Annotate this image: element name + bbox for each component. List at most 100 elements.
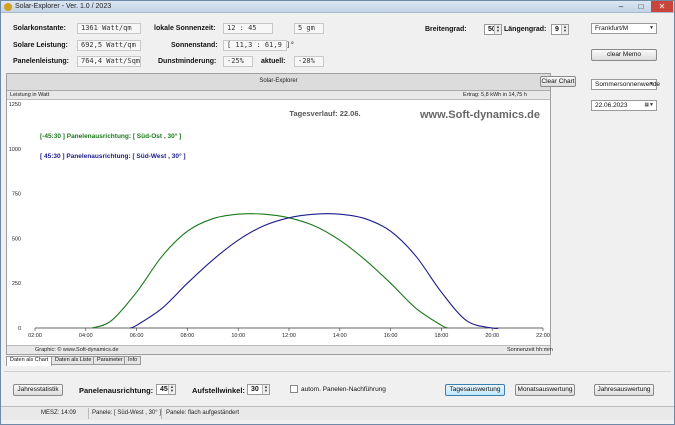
clear-chart-button[interactable]: Clear Chart	[540, 76, 576, 87]
chart-title: Tagesverlauf: 22.06.	[289, 109, 360, 118]
aufstellwinkel-label: Aufstellwinkel:	[192, 386, 245, 395]
spin-arrows-icon[interactable]: ▲ ▼	[561, 25, 568, 34]
x-tick-label: 08:00	[181, 333, 195, 339]
series-line-2	[130, 213, 499, 330]
tab-liste[interactable]: Daten als Liste	[51, 356, 96, 365]
maximize-button[interactable]: □	[631, 1, 651, 12]
window-title: Solar-Explorer - Ver. 1.0 / 2023	[15, 3, 112, 10]
y-tick-label: 250	[12, 281, 21, 287]
solare-leistung-label: Solare Leistung:	[13, 42, 68, 49]
sun-icon	[4, 3, 12, 11]
series-line-1	[91, 213, 448, 329]
sonnenstand-label: Sonnenstand:	[171, 42, 218, 49]
tab-parameter[interactable]: Parameter	[93, 356, 127, 365]
breitengrad-stepper[interactable]: 50 ▲ ▼	[484, 24, 502, 35]
panelenleistung-value: 764,4 Watt/Sqm	[77, 56, 141, 67]
chart-header-title: Solar-Explorer	[259, 78, 298, 84]
chart-subbar: Leistung in Watt Ertrag: 5,8 kWh in 14,7…	[7, 91, 550, 100]
legend-entry-2: [ 45:30 ] Panelenausrichtung: [ Süd-West…	[40, 152, 186, 160]
sonnenzeit-extra: 5 gm	[294, 23, 324, 34]
sonnenstand-value: [ 11,3 : 61,9 ]°	[223, 40, 294, 51]
solarkonstante-value: 1361 Watt/qm	[77, 23, 141, 34]
chart-left-label: Leistung in Watt	[10, 92, 50, 98]
clear-memo-button[interactable]: clear Memo	[591, 49, 657, 61]
y-tick-label: 0	[18, 326, 21, 332]
legend-entry-1: [-45:30 ] Panelenausrichtung: [ Süd-Ost …	[40, 132, 181, 140]
breitengrad-label: Breitengrad:	[425, 26, 467, 33]
panelenleistung-label: Panelenleistung:	[13, 58, 70, 65]
status-aufstellung: Panele: flach aufgeständert	[166, 410, 240, 416]
laengengrad-stepper[interactable]: 9 ▲ ▼	[551, 24, 569, 35]
dunstminderung-value: -25%	[223, 56, 253, 67]
x-tick-label: 04:00	[79, 333, 93, 339]
chevron-down-icon: ▼	[649, 81, 654, 87]
preset-select[interactable]: Sommersonnenwende ▼	[591, 79, 660, 90]
city-select[interactable]: Frankfurt/M ▼	[591, 23, 657, 34]
status-divider	[88, 408, 89, 419]
status-time: MESZ: 14:09	[41, 410, 77, 416]
spin-arrows-icon[interactable]: ▲ ▼	[168, 385, 175, 394]
x-tick-label: 14:00	[333, 333, 347, 339]
panelenausrichtung-label: Panelenausrichtung:	[79, 386, 154, 395]
title-bar: Solar-Explorer - Ver. 1.0 / 2023 – □ ✕	[1, 1, 674, 13]
x-tick-label: 06:00	[130, 333, 144, 339]
power-chart: 0 250 500 750 1000 1250 02:00 04:00 06:00 08:00 1…	[9, 102, 550, 339]
monatsauswertung-button[interactable]: Monatsauswertung	[515, 384, 575, 396]
sonnenzeit-label: lokale Sonnenzeit:	[154, 25, 216, 32]
chart-footbar: Graphic: © www.Soft-dynamics.de Sonnenze…	[7, 345, 553, 354]
laengengrad-label: Längengrad:	[504, 26, 547, 33]
aufstellwinkel-value: 30	[251, 386, 259, 393]
spin-arrows-icon[interactable]: ▲ ▼	[494, 25, 501, 34]
date-picker-value: 22.06.2023	[595, 102, 628, 109]
chart-legend: [-45:30 ] Panelenausrichtung: [ Süd-Ost …	[40, 132, 186, 160]
spin-arrows-icon[interactable]: ▲ ▼	[262, 385, 269, 394]
chart-footer-right: Sonnenzeit hh:mm	[507, 347, 553, 353]
jahresauswertung-button[interactable]: Jahresauswertung	[594, 384, 654, 396]
x-tick-label: 02:00	[28, 333, 42, 339]
dunstminderung-label: Dunstminderung:	[158, 58, 217, 65]
calendar-icon[interactable]: ▦▼	[644, 101, 654, 110]
chevron-down-icon: ▼	[649, 25, 654, 31]
y-tick-label: 750	[12, 192, 21, 198]
y-axis-ticks: 0 250 500 750 1000 1250	[9, 102, 21, 332]
chart-header: Solar-Explorer Clear Chart	[7, 74, 576, 91]
y-tick-label: 1000	[9, 147, 21, 153]
chart-footer-left: Graphic: © www.Soft-dynamics.de	[35, 347, 119, 353]
ertrag-label: Ertrag: 5,8 kWh in 14,75 h	[463, 92, 527, 98]
x-tick-label: 18:00	[435, 333, 449, 339]
city-select-value: Frankfurt/M	[595, 25, 629, 32]
tagesauswertung-button[interactable]: Tagesauswertung	[445, 384, 505, 396]
y-tick-label: 1250	[9, 102, 21, 108]
panelenausrichtung-stepper[interactable]: 45 ▲ ▼	[156, 384, 176, 395]
separator	[4, 371, 671, 372]
date-picker[interactable]: 22.06.2023 ▦▼	[591, 100, 657, 111]
chart-panel: Solar-Explorer Clear Chart Leistung in W…	[6, 73, 576, 355]
aufstellwinkel-stepper[interactable]: 30 ▲ ▼	[247, 384, 270, 395]
app-window: Solar-Explorer - Ver. 1.0 / 2023 – □ ✕ S…	[0, 0, 675, 425]
x-tick-label: 16:00	[384, 333, 398, 339]
y-tick-label: 500	[12, 236, 21, 242]
status-bar: MESZ: 14:09 Panele: [ Süd-West , 30° ] P…	[1, 406, 674, 420]
sonnenzeit-value: 12 : 45	[223, 23, 273, 34]
aktuell-label: aktuell:	[261, 58, 286, 65]
x-tick-label: 20:00	[485, 333, 499, 339]
laengengrad-value: 9	[555, 26, 559, 33]
status-panele: Panele: [ Süd-West , 30° ]	[92, 410, 161, 416]
tab-chart[interactable]: Daten als Chart	[6, 356, 53, 366]
panelenausrichtung-value: 45	[160, 386, 168, 393]
x-tick-label: 10:00	[231, 333, 245, 339]
chart-series	[91, 213, 499, 330]
close-button[interactable]: ✕	[651, 1, 673, 12]
minimize-button[interactable]: –	[611, 1, 631, 12]
jahresstatistik-button[interactable]: Jahresstatistik	[13, 384, 63, 396]
status-divider	[161, 408, 162, 419]
nachfuehrung-label: autom. Panelen-Nachführung	[301, 386, 386, 393]
solare-leistung-value: 692,5 Watt/qm	[77, 40, 141, 51]
aktuell-value: -28%	[294, 56, 324, 67]
x-tick-label: 22:00	[536, 333, 550, 339]
x-tick-label: 12:00	[282, 333, 296, 339]
tab-info[interactable]: Info	[124, 356, 142, 365]
watermark: www.Soft-dynamics.de	[419, 109, 540, 121]
x-axis-ticks: 02:00 04:00 06:00 08:00 10:00 12:00 14:00 16:00…	[28, 328, 550, 339]
nachfuehrung-checkbox[interactable]	[290, 385, 298, 393]
